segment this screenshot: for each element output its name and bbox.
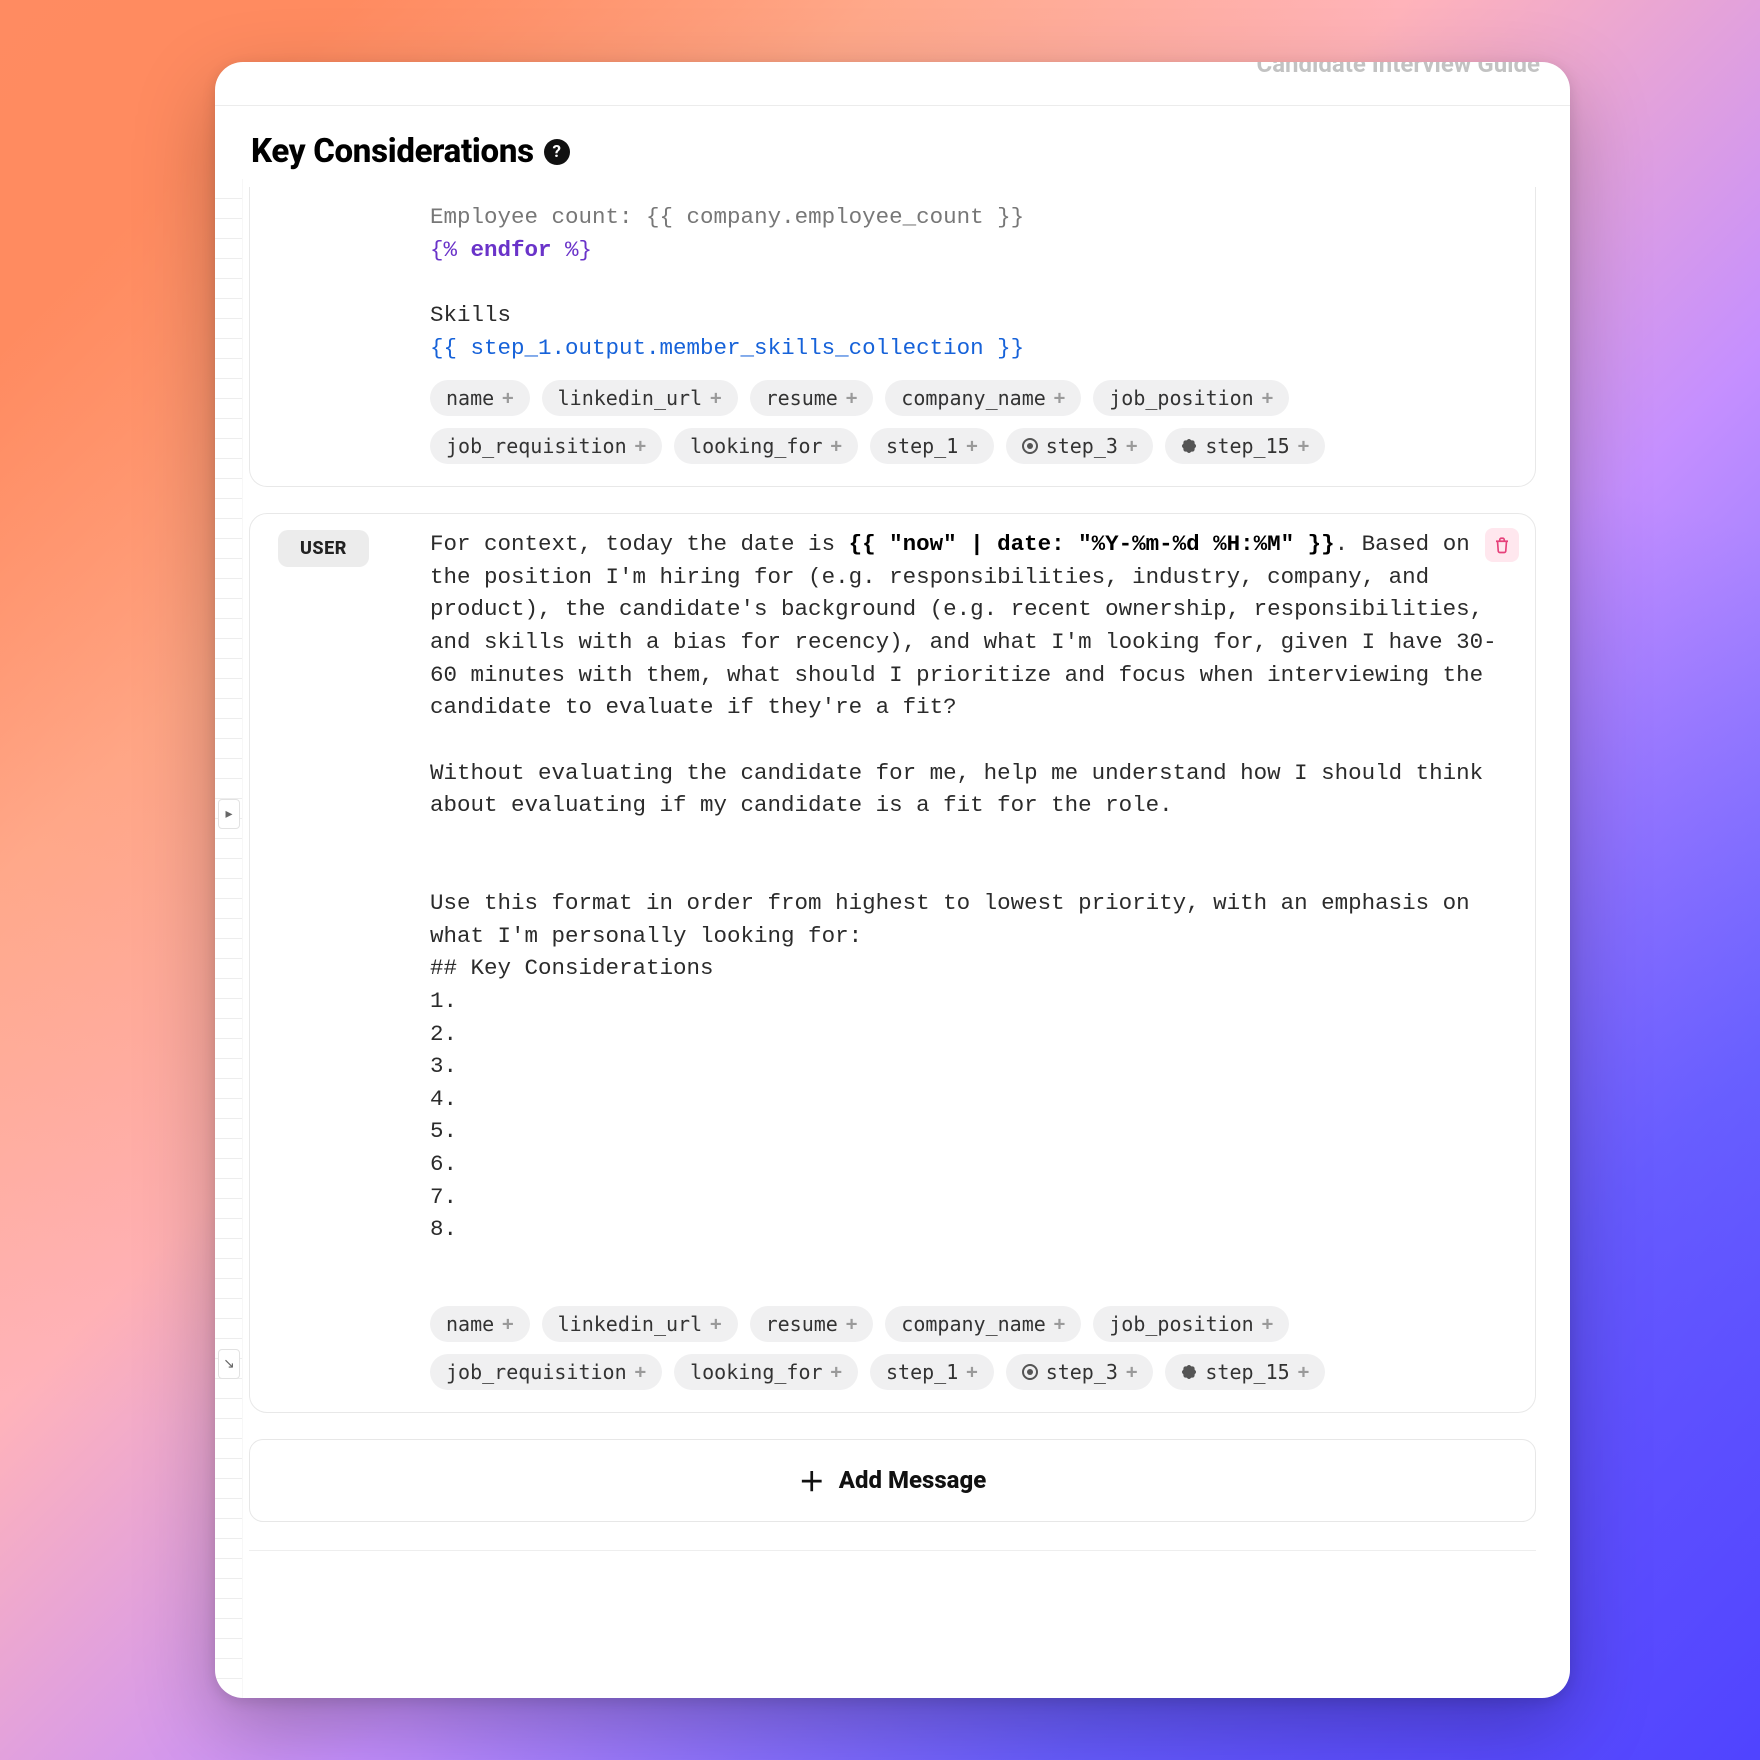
help-icon[interactable]: ?	[544, 139, 570, 165]
plus-icon: ＋	[799, 1462, 825, 1499]
chip-resume[interactable]: resume+	[750, 1306, 874, 1342]
chip-job-requisition[interactable]: job_requisition+	[430, 428, 662, 464]
delete-message-button[interactable]	[1485, 528, 1519, 562]
app-window: Candidate Interview Guide Key Considerat…	[215, 62, 1570, 1698]
target-icon	[1022, 438, 1038, 454]
chip-linkedin-url[interactable]: linkedin_url+	[542, 380, 738, 416]
divider	[249, 1550, 1536, 1551]
user-message-text[interactable]: For context, today the date is {{ "now" …	[430, 528, 1507, 1246]
system-chips: name+ linkedin_url+ resume+ company_name…	[430, 380, 1507, 464]
system-code-block[interactable]: Employee count: {{ company.employee_coun…	[430, 201, 1507, 364]
chip-job-position[interactable]: job_position+	[1093, 380, 1289, 416]
chip-looking-for[interactable]: looking_for+	[674, 428, 858, 464]
gutter-expand-button[interactable]: ↘	[218, 1349, 240, 1379]
chip-step-15[interactable]: step_15+	[1165, 1354, 1325, 1390]
chip-company-name[interactable]: company_name+	[885, 380, 1081, 416]
chip-step-3[interactable]: step_3+	[1006, 1354, 1154, 1390]
openai-icon	[1181, 1364, 1197, 1380]
chip-job-position[interactable]: job_position+	[1093, 1306, 1289, 1342]
chip-job-requisition[interactable]: job_requisition+	[430, 1354, 662, 1390]
page-header: Key Considerations ?	[215, 106, 1570, 179]
chip-step-1[interactable]: step_1+	[870, 428, 994, 464]
role-badge-user[interactable]: USER	[278, 530, 369, 567]
add-message-button[interactable]: ＋ Add Message	[249, 1439, 1536, 1522]
ruler	[215, 179, 243, 1698]
user-message-card: USER For context, today the date is {{ "…	[249, 513, 1536, 1413]
breadcrumb-title: Candidate Interview Guide	[1257, 62, 1541, 78]
user-chips: name+ linkedin_url+ resume+ company_name…	[430, 1306, 1507, 1390]
chip-linkedin-url[interactable]: linkedin_url+	[542, 1306, 738, 1342]
trash-icon	[1493, 536, 1511, 554]
chip-step-3[interactable]: step_3+	[1006, 428, 1154, 464]
gutter-collapse-button[interactable]: ▸	[218, 799, 240, 829]
system-message-card: Employee count: {{ company.employee_coun…	[249, 187, 1536, 487]
content-area: ▸ ↘ Employee count: {{ company.employee_…	[215, 179, 1570, 1698]
chip-resume[interactable]: resume+	[750, 380, 874, 416]
chip-looking-for[interactable]: looking_for+	[674, 1354, 858, 1390]
chip-company-name[interactable]: company_name+	[885, 1306, 1081, 1342]
chip-step-1[interactable]: step_1+	[870, 1354, 994, 1390]
chip-step-15[interactable]: step_15+	[1165, 428, 1325, 464]
page-title: Key Considerations	[251, 132, 534, 171]
openai-icon	[1181, 438, 1197, 454]
target-icon	[1022, 1364, 1038, 1380]
chip-name[interactable]: name+	[430, 1306, 530, 1342]
chip-name[interactable]: name+	[430, 380, 530, 416]
topbar: Candidate Interview Guide	[215, 62, 1570, 106]
